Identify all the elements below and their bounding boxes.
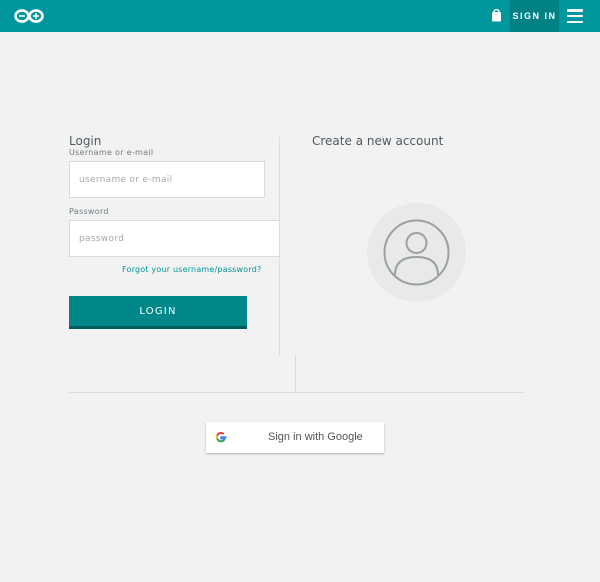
- username-input[interactable]: [69, 161, 265, 198]
- user-avatar-icon: [383, 219, 450, 286]
- create-account-link[interactable]: Create a new account: [312, 134, 443, 148]
- login-button[interactable]: LOGIN: [69, 296, 247, 329]
- username-label: Username or e-mail: [69, 148, 154, 157]
- google-sign-in-button[interactable]: Sign in with Google: [206, 422, 384, 453]
- top-navigation-bar: SIGN IN: [0, 0, 600, 32]
- login-title: Login: [69, 134, 102, 148]
- forgot-password-link[interactable]: Forgot your username/password?: [122, 265, 261, 274]
- google-sign-in-label: Sign in with Google: [268, 431, 363, 443]
- password-label: Password: [69, 207, 109, 216]
- google-g-icon: [215, 431, 227, 443]
- sign-in-button[interactable]: SIGN IN: [510, 0, 559, 32]
- infinity-logo-icon[interactable]: [13, 7, 45, 25]
- hamburger-menu-icon[interactable]: [567, 9, 583, 24]
- vertical-divider-lower: [295, 355, 296, 392]
- password-input[interactable]: [69, 220, 280, 257]
- vertical-divider: [279, 137, 280, 355]
- shopping-bag-icon[interactable]: [491, 9, 502, 22]
- avatar-placeholder: [367, 203, 466, 302]
- horizontal-divider: [69, 392, 524, 393]
